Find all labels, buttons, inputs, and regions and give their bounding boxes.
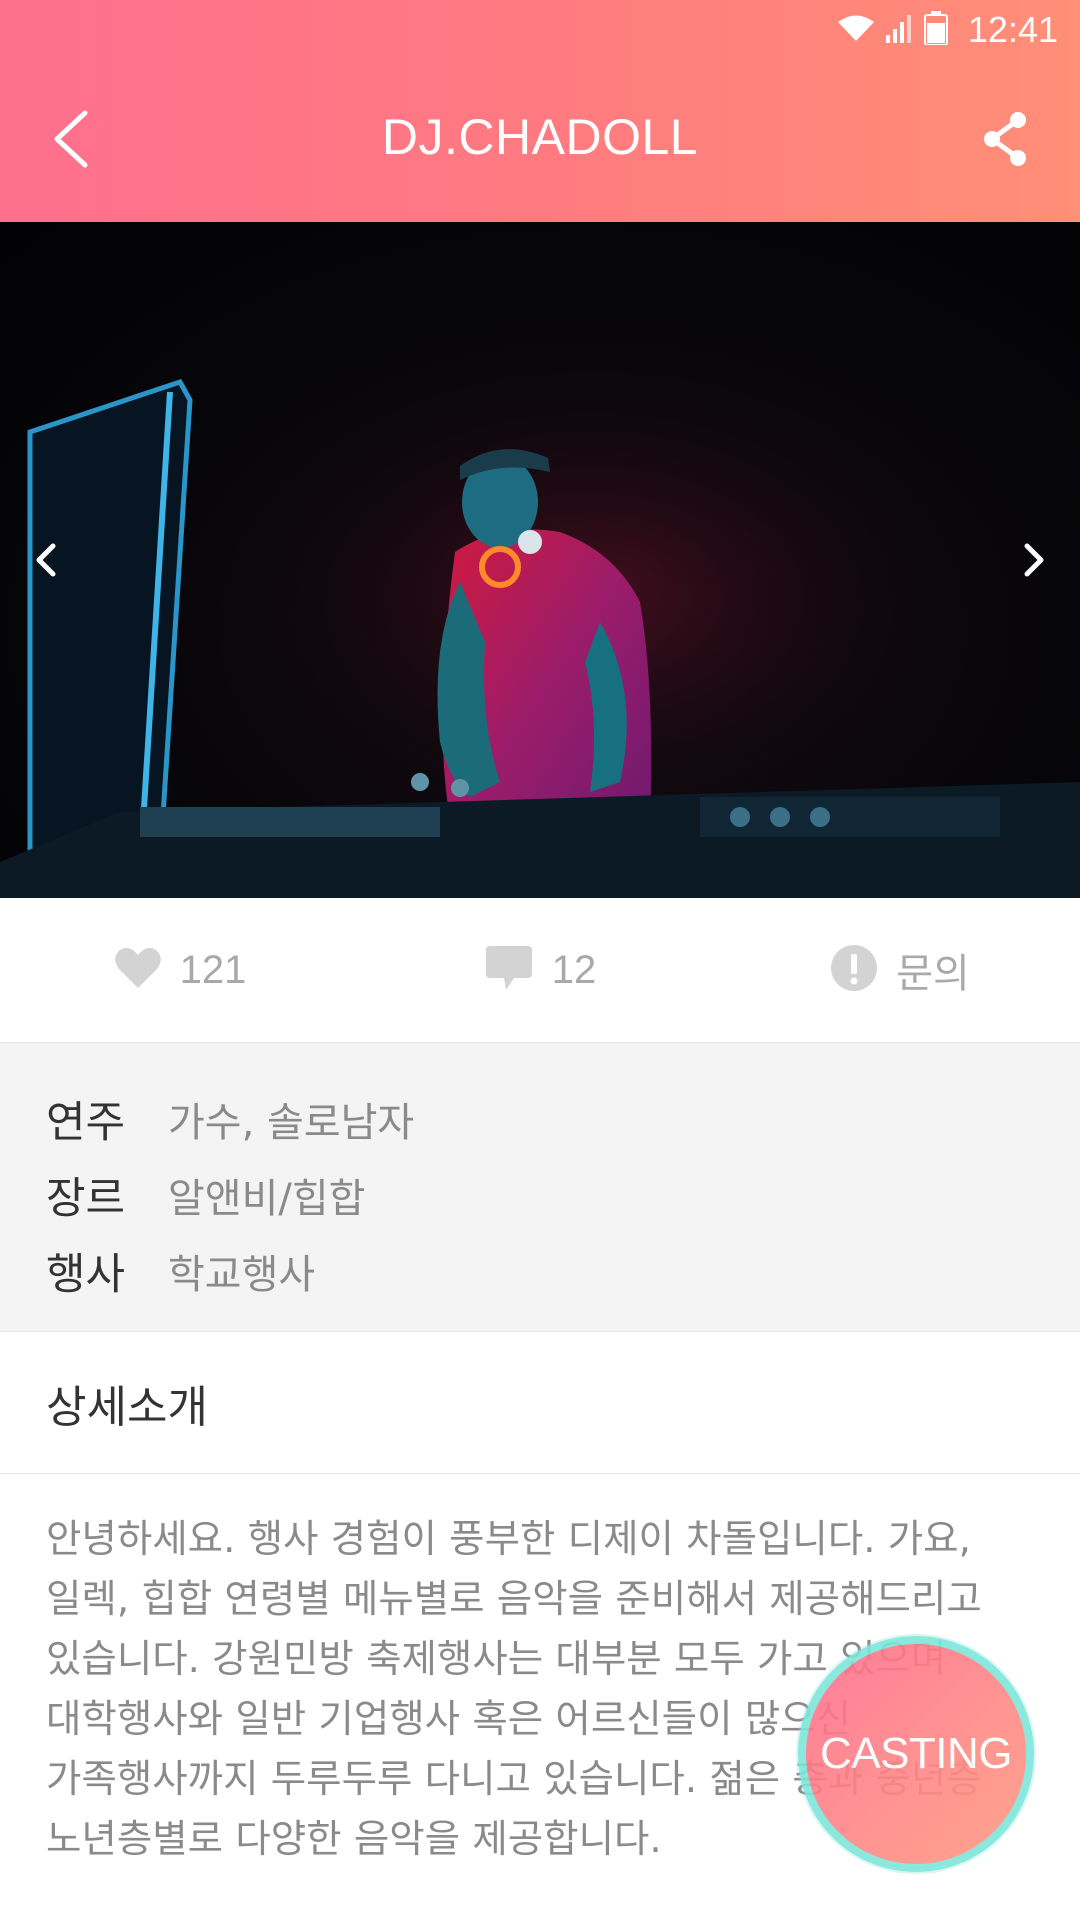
- battery-icon: [923, 11, 948, 49]
- hero-image[interactable]: [0, 222, 1080, 898]
- info-row-genre: 장르 알앤비/힙합: [46, 1157, 1034, 1233]
- comment-icon: [484, 944, 534, 996]
- exclamation-icon: [830, 944, 878, 996]
- inquiry-label: 문의: [896, 952, 970, 996]
- casting-button-label: CASTING: [819, 1729, 1013, 1778]
- app-bar: DJ.CHADOLL: [0, 60, 1080, 222]
- info-row-performance: 연주 가수, 솔로남자: [46, 1081, 1034, 1157]
- detail-section-title: 상세소개: [0, 1332, 1080, 1474]
- like-button[interactable]: 121: [0, 946, 360, 994]
- signal-icon: [885, 13, 914, 47]
- chevron-right-icon: [1021, 542, 1047, 582]
- info-section: 연주 가수, 솔로남자 장르 알앤비/힙합 행사 학교행사: [0, 1042, 1080, 1332]
- dj-photo: [0, 222, 1080, 898]
- share-button[interactable]: [970, 106, 1040, 176]
- like-count: 121: [179, 947, 247, 992]
- info-row-event: 행사 학교행사: [46, 1233, 1034, 1309]
- info-label: 연주: [46, 1098, 126, 1148]
- chevron-left-icon: [33, 542, 59, 582]
- hero-next-button[interactable]: [1004, 532, 1064, 592]
- casting-button[interactable]: CASTING: [798, 1636, 1034, 1872]
- stats-bar: 121 12 문의: [0, 898, 1080, 1042]
- info-value: 가수, 솔로남자: [168, 1100, 415, 1146]
- header: 12:41 DJ.CHADOLL: [0, 0, 1080, 222]
- share-icon: [980, 110, 1030, 172]
- info-label: 장르: [46, 1174, 126, 1224]
- comment-count: 12: [551, 947, 597, 992]
- info-value: 알앤비/힙합: [168, 1176, 366, 1222]
- wifi-icon: [836, 13, 876, 47]
- info-value: 학교행사: [168, 1252, 316, 1298]
- page-title: DJ.CHADOLL: [381, 109, 699, 165]
- inquiry-button[interactable]: 문의: [720, 941, 1080, 999]
- status-time: 12:41: [967, 9, 1058, 50]
- info-label: 행사: [46, 1250, 126, 1300]
- hero-prev-button[interactable]: [16, 532, 76, 592]
- status-bar: 12:41: [0, 0, 1080, 60]
- comment-button[interactable]: 12: [360, 944, 720, 996]
- heart-icon: [114, 946, 162, 994]
